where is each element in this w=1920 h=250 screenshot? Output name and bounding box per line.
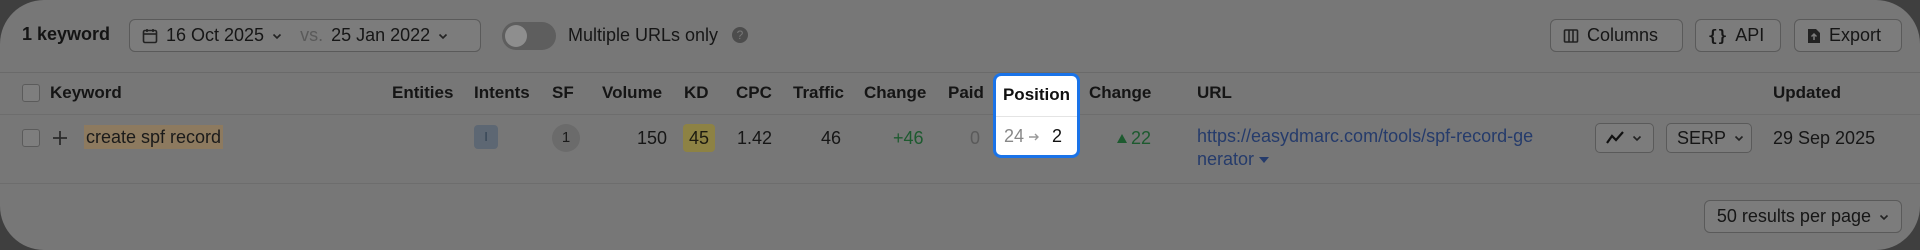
braces-icon: {}: [1708, 26, 1728, 45]
columns-icon: [1563, 28, 1579, 44]
date-current: 16 Oct 2025: [166, 25, 265, 45]
results-per-page-select[interactable]: 50 results per page: [1703, 200, 1902, 233]
columns-label: Columns: [1587, 25, 1659, 45]
toolbar: 1 keyword 16 Oct 2025 vs. 25 Jan 2022 Mu…: [0, 0, 1920, 72]
trend-chart-icon: [1606, 131, 1624, 145]
header-position-change[interactable]: Change: [1089, 83, 1151, 103]
chevron-down-icon: [272, 31, 282, 41]
position-values: 24 2: [1004, 126, 1062, 147]
header-keyword[interactable]: Keyword: [50, 83, 122, 103]
chevron-down-icon: [1632, 133, 1642, 143]
position-column-highlight: Position 24 2: [993, 73, 1080, 158]
api-button[interactable]: {} API: [1695, 19, 1781, 52]
chevron-down-icon: [1734, 133, 1744, 143]
vs-label: vs.: [300, 25, 324, 45]
help-icon[interactable]: ?: [732, 27, 748, 43]
export-button[interactable]: Export: [1794, 19, 1902, 52]
kd-badge: 45: [683, 124, 715, 152]
keyword-positions-panel: 1 keyword 16 Oct 2025 vs. 25 Jan 2022 Mu…: [0, 0, 1920, 250]
keyword-count: 1 keyword: [22, 24, 111, 44]
serp-label: SERP: [1677, 127, 1727, 148]
header-volume[interactable]: Volume: [602, 83, 662, 103]
serp-features-count[interactable]: 1: [552, 124, 580, 152]
keyword-link[interactable]: create spf record: [84, 125, 224, 149]
chevron-down-icon: [1879, 212, 1889, 222]
columns-button[interactable]: Columns: [1550, 19, 1683, 52]
divider: [0, 72, 1920, 73]
row-checkbox[interactable]: [22, 129, 40, 147]
api-label: API: [1735, 25, 1765, 45]
triangle-up-icon: [1117, 134, 1127, 143]
divider: [0, 114, 1920, 115]
per-page-label: 50 results per page: [1716, 206, 1871, 226]
plus-icon[interactable]: [52, 130, 68, 146]
header-entities[interactable]: Entities: [392, 83, 453, 103]
cpc-value: 1.42: [737, 128, 773, 148]
arrow-right-icon: [1029, 132, 1041, 142]
toggle-knob: [505, 25, 527, 47]
multiple-urls-label: Multiple URLs only: [568, 25, 719, 45]
intent-badge: I: [474, 125, 498, 149]
header-cpc[interactable]: CPC: [736, 83, 772, 103]
date-compare: 25 Jan 2022: [331, 25, 431, 45]
export-icon: [1807, 28, 1821, 44]
header-change[interactable]: Change: [864, 83, 926, 103]
header-url[interactable]: URL: [1197, 83, 1232, 103]
header-sf[interactable]: SF: [552, 83, 574, 103]
header-paid[interactable]: Paid: [948, 83, 984, 103]
export-label: Export: [1829, 25, 1882, 45]
header-updated[interactable]: Updated: [1773, 83, 1841, 103]
select-all-checkbox[interactable]: [22, 84, 40, 102]
trend-button[interactable]: [1595, 123, 1654, 153]
url-line-2: nerator: [1197, 149, 1255, 169]
header-intents[interactable]: Intents: [474, 83, 530, 103]
paid-value: 0: [970, 128, 981, 148]
url-line-1: https://easydmarc.com/tools/spf-record-g…: [1197, 126, 1534, 146]
header-traffic[interactable]: Traffic: [793, 83, 844, 103]
date-range-selector[interactable]: 16 Oct 2025 vs. 25 Jan 2022: [129, 19, 481, 52]
traffic-change-value: +46: [893, 128, 924, 148]
position-to: 2: [1052, 126, 1063, 146]
header-position[interactable]: Position: [996, 76, 1077, 117]
traffic-value: 46: [821, 128, 842, 148]
updated-date: 29 Sep 2025: [1773, 128, 1876, 148]
serp-button[interactable]: SERP: [1666, 123, 1752, 153]
ranking-url-link[interactable]: https://easydmarc.com/tools/spf-record-g…: [1197, 125, 1587, 171]
calendar-icon: [142, 28, 158, 44]
header-kd[interactable]: KD: [684, 83, 709, 103]
position-from: 24: [1004, 126, 1025, 146]
divider: [0, 183, 1920, 184]
volume-value: 150: [637, 128, 668, 148]
chevron-down-icon: [438, 31, 448, 41]
caret-down-icon[interactable]: [1259, 156, 1270, 164]
position-change-value: 22: [1131, 128, 1152, 148]
